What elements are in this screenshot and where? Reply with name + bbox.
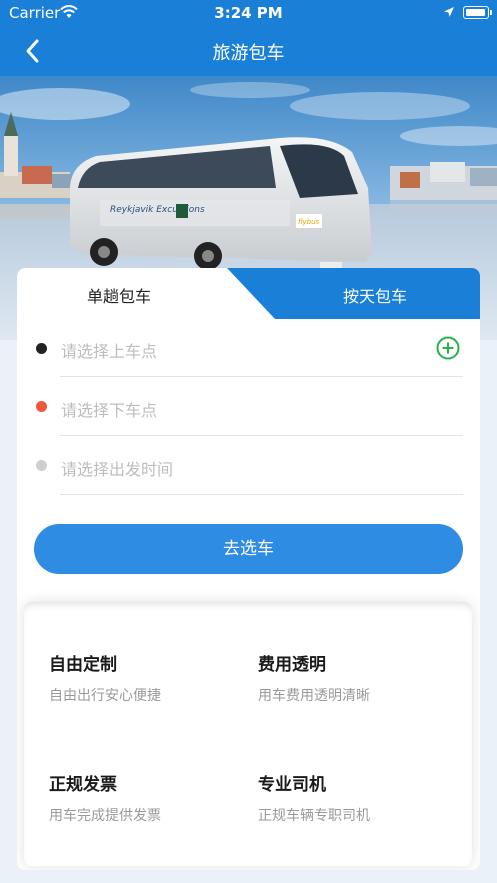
- features-panel: 自由定制 自由出行安心便捷 费用透明 用车费用透明清晰 正规发票 用车完成提供发…: [24, 602, 472, 866]
- feature-title: 自由定制: [49, 655, 117, 675]
- navigation-bar: 旅游包车: [0, 26, 497, 76]
- pickup-dot-icon: [36, 343, 47, 354]
- feature-desc: 用车完成提供发票: [49, 808, 161, 824]
- feature-desc: 正规车辆专职司机: [258, 808, 370, 824]
- location-arrow-icon: [444, 7, 454, 17]
- feature-title: 正规发票: [49, 775, 117, 795]
- page-title: 旅游包车: [212, 43, 285, 64]
- booking-card: 单趟包车 按天包车 请选择上车点 请选择下车点 请选择出发时间 去选车 自由定制…: [17, 268, 480, 870]
- tab-bar: 单趟包车 按天包车: [17, 268, 480, 319]
- feature-item: 专业司机 正规车辆专职司机: [258, 770, 458, 825]
- feature-desc: 用车费用透明清晰: [258, 688, 370, 704]
- pickup-placeholder: 请选择上车点: [61, 342, 158, 361]
- add-stop-icon[interactable]: [436, 336, 460, 360]
- feature-desc: 自由出行安心便捷: [49, 688, 161, 704]
- tab-single-trip[interactable]: 单趟包车: [87, 283, 151, 307]
- departure-time-placeholder: 请选择出发时间: [61, 460, 174, 479]
- pickup-field[interactable]: 请选择上车点: [60, 319, 463, 377]
- bus-brand-text: Reykjavik Excursions: [110, 205, 205, 215]
- tab-daily-rental[interactable]: 按天包车: [343, 283, 407, 307]
- clock-icon: [36, 460, 47, 471]
- status-bar: Carrier 3:24 PM: [0, 0, 497, 26]
- feature-title: 专业司机: [258, 775, 326, 795]
- select-vehicle-button[interactable]: 去选车: [34, 524, 463, 574]
- feature-item: 费用透明 用车费用透明清晰: [258, 650, 458, 705]
- dropoff-placeholder: 请选择下车点: [61, 401, 158, 420]
- feature-item: 自由定制 自由出行安心便捷: [49, 650, 249, 705]
- battery-icon: [463, 6, 492, 19]
- feature-item: 正规发票 用车完成提供发票: [49, 770, 249, 825]
- bus-sub-text: flybus: [298, 218, 320, 226]
- status-time: 3:24 PM: [214, 4, 283, 22]
- dropoff-dot-icon: [36, 401, 47, 412]
- feature-title: 费用透明: [258, 655, 326, 675]
- departure-time-field[interactable]: 请选择出发时间: [60, 437, 463, 495]
- dropoff-field[interactable]: 请选择下车点: [60, 378, 463, 436]
